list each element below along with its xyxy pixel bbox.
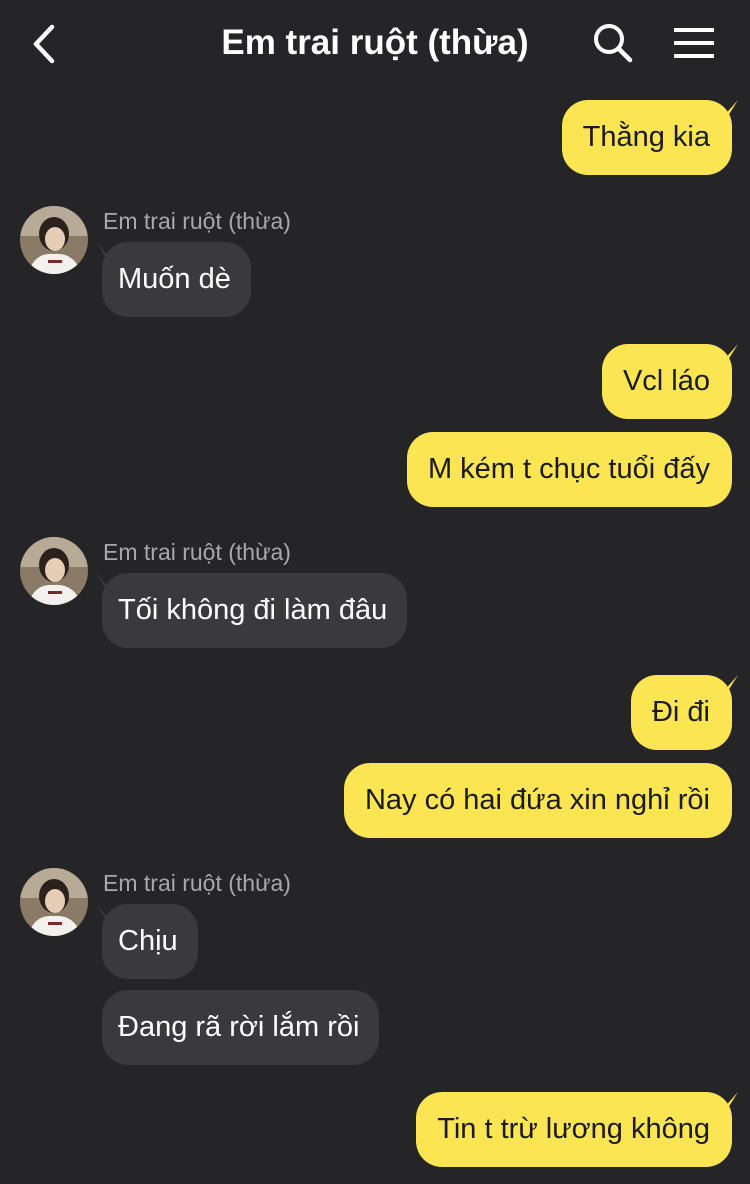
outgoing-message[interactable]: Nay có hai đứa xin nghỉ rồi xyxy=(343,763,732,838)
contact-avatar[interactable] xyxy=(20,537,88,605)
outgoing-message[interactable]: Thằng kia xyxy=(561,100,732,175)
sender-name: Em trai ruột (thừa) xyxy=(103,870,291,896)
contact-avatar[interactable] xyxy=(20,868,88,936)
sender-name: Em trai ruột (thừa) xyxy=(103,539,291,565)
contact-avatar[interactable] xyxy=(20,206,88,274)
outgoing-message[interactable]: M kém t chục tuổi đấy xyxy=(406,432,732,507)
sender-name: Em trai ruột (thừa) xyxy=(103,208,291,234)
outgoing-message[interactable]: Tin t trừ lương không xyxy=(416,1092,732,1167)
outgoing-message[interactable]: Vcl láo xyxy=(601,344,732,419)
incoming-message[interactable]: Chịu xyxy=(102,904,198,979)
outgoing-message[interactable]: Đi đi xyxy=(630,675,732,750)
incoming-message[interactable]: Đang rã rời lắm rồi xyxy=(102,990,380,1065)
avatar-photo xyxy=(20,868,88,936)
avatar-photo xyxy=(20,537,88,605)
incoming-message[interactable]: Muốn dè xyxy=(102,242,251,317)
incoming-message[interactable]: Tối không đi làm đâu xyxy=(102,573,408,648)
avatar-photo xyxy=(20,206,88,274)
message-list: Thằng kia Em trai ruột (thừa) Muốn dè Vc… xyxy=(0,0,750,1184)
